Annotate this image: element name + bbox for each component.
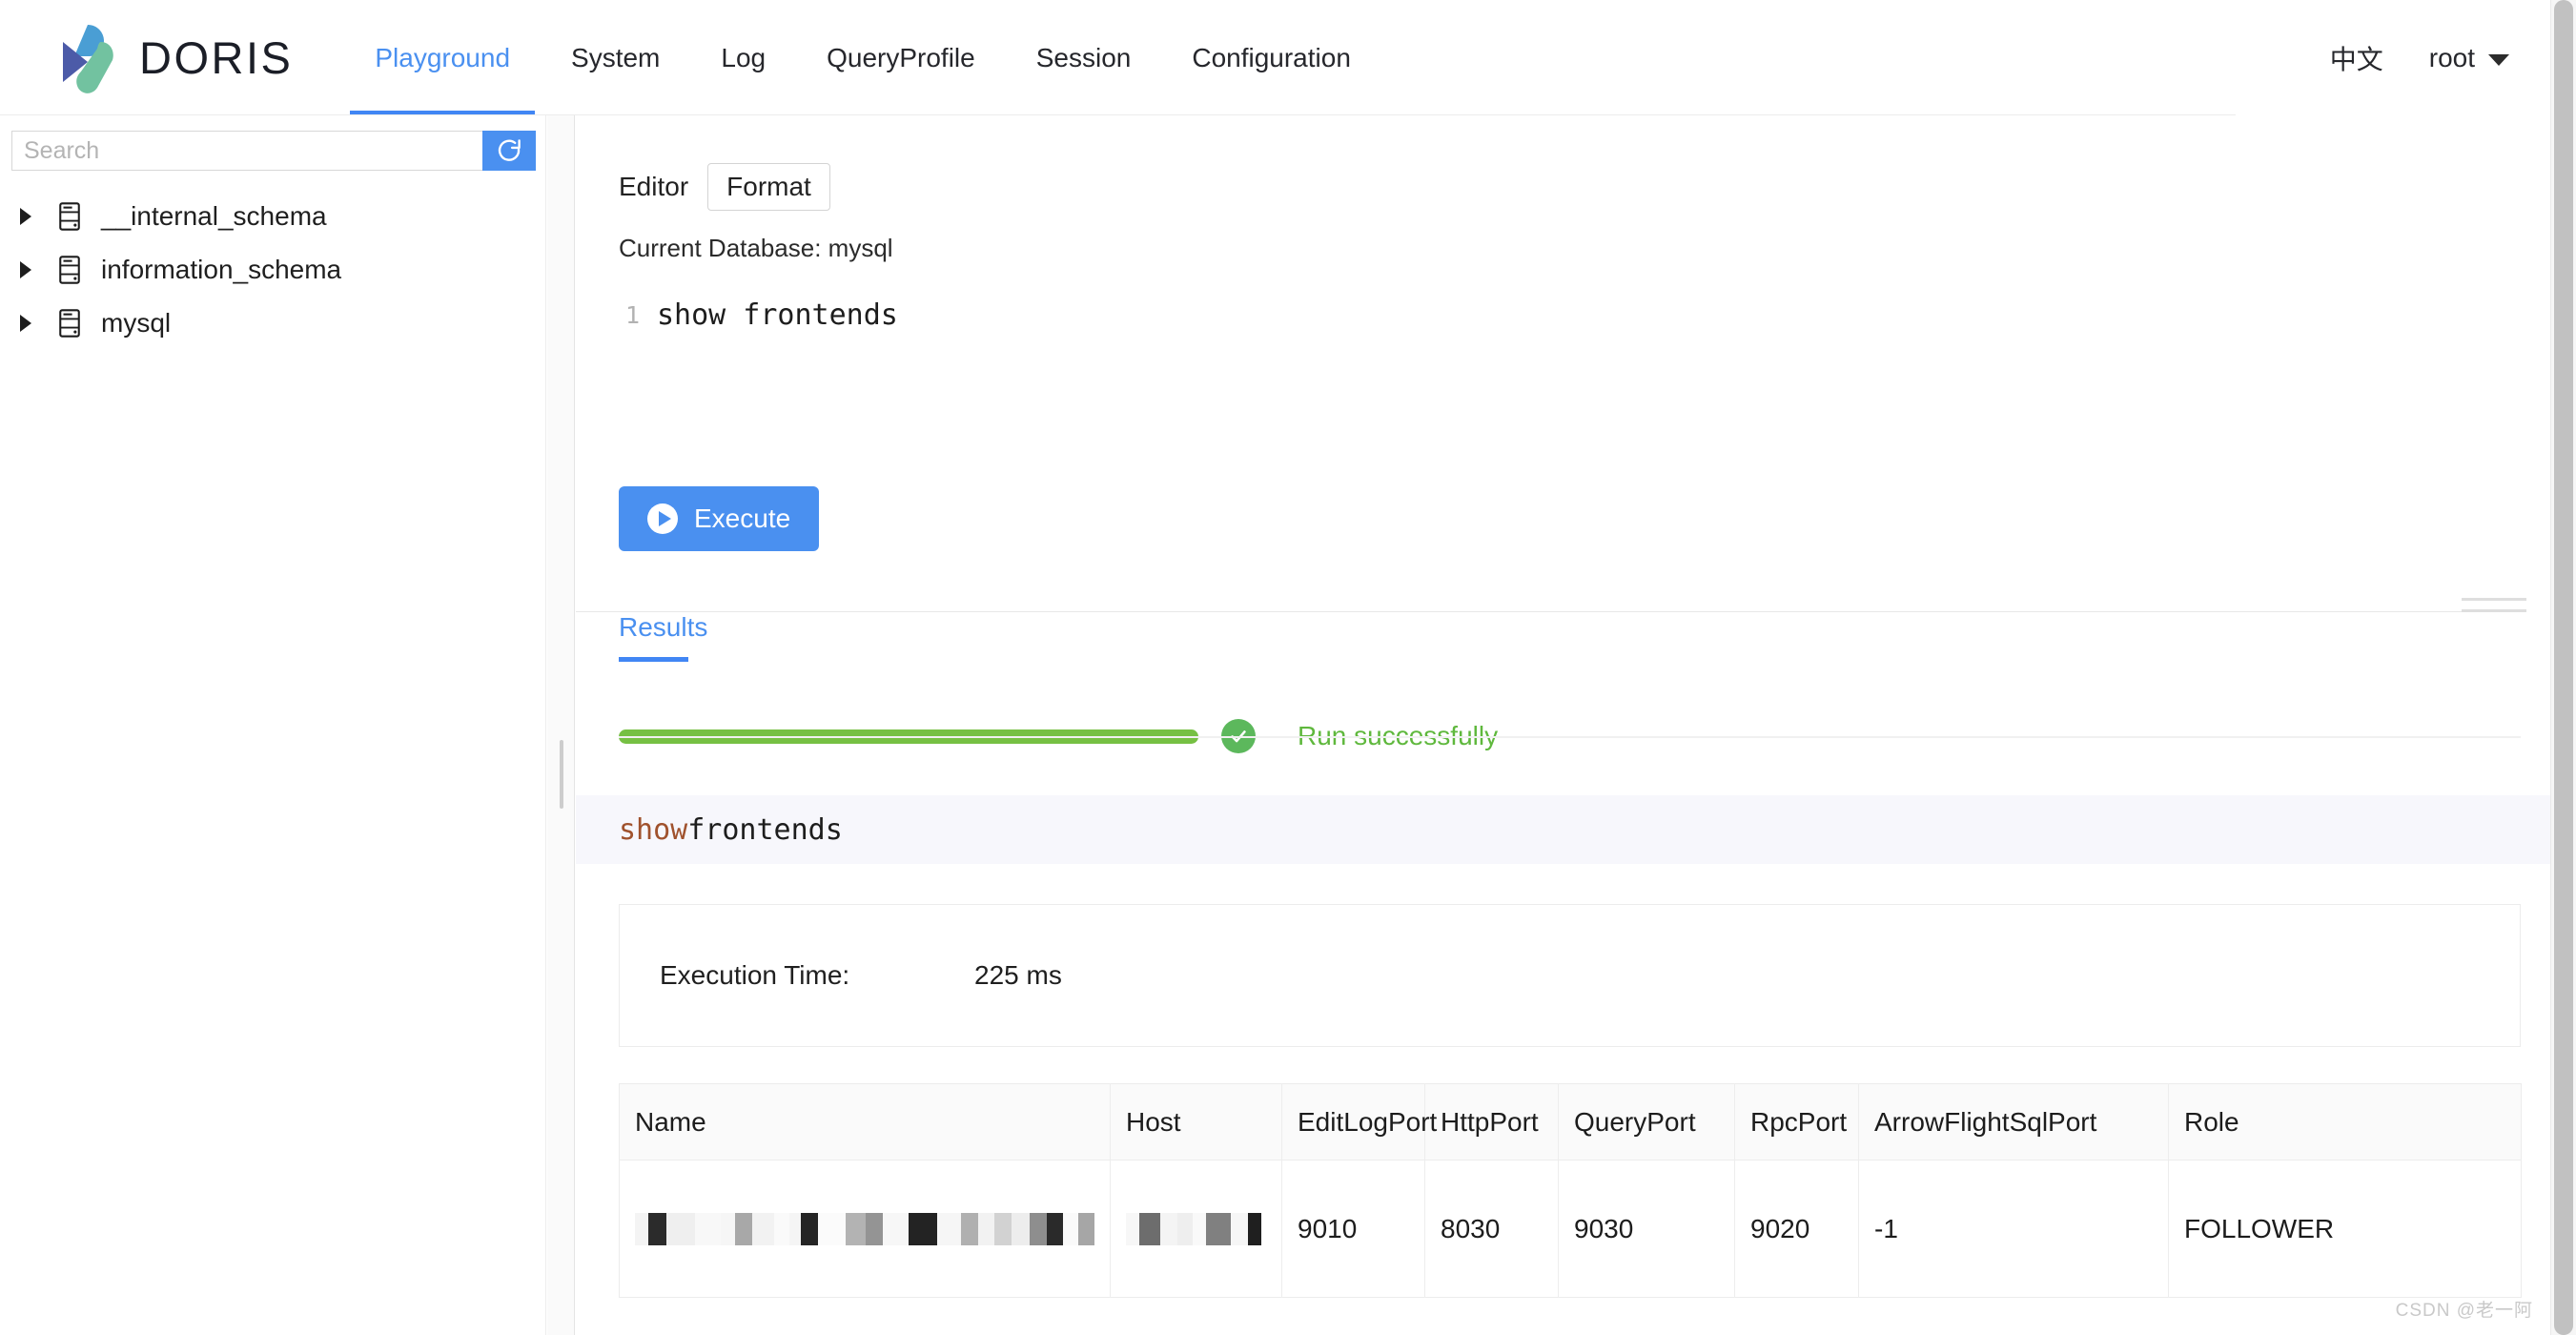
cell-arrowflightsqlport: -1 <box>1858 1160 2169 1298</box>
database-tree: __internal_schema information_schema mys… <box>0 190 545 350</box>
database-sidebar: __internal_schema information_schema <box>0 115 546 1335</box>
brand-name: DORIS <box>139 32 294 83</box>
results-table: Name Host EditLogPort HttpPort QueryPort… <box>619 1083 2522 1298</box>
editor-label: Editor <box>619 172 689 201</box>
execution-time-value: 225 ms <box>974 960 1062 990</box>
language-switch-button[interactable]: 中文 <box>2330 39 2383 77</box>
chevron-right-icon[interactable] <box>13 315 38 332</box>
line-number: 1 <box>624 301 640 329</box>
sidebar-item-label: __internal_schema <box>101 201 327 231</box>
column-header-name[interactable]: Name <box>619 1083 1111 1160</box>
tab-results-label: Results <box>619 612 708 642</box>
column-header-editlogport[interactable]: EditLogPort <box>1281 1083 1437 1160</box>
table-row: 9010 8030 9030 9020 -1 FOLLOWER <box>619 1160 2522 1298</box>
brand-logo[interactable]: DORIS <box>59 21 293 95</box>
column-header-rpcport[interactable]: RpcPort <box>1734 1083 1859 1160</box>
nav-item-configuration[interactable]: Configuration <box>1161 0 1381 115</box>
main-content: Editor Format Current Database: mysql 1 … <box>576 115 2551 1335</box>
chevron-right-icon[interactable] <box>13 261 38 278</box>
app-header: DORIS Playground System Log QueryProfile… <box>0 0 2576 115</box>
sidebar-resize-handle[interactable] <box>560 740 563 809</box>
database-icon <box>51 201 88 232</box>
redacted-name-value <box>635 1212 1094 1245</box>
sql-keyword: show <box>619 812 688 847</box>
play-icon <box>647 503 678 534</box>
database-icon <box>51 255 88 285</box>
header-right-controls: 中文 root <box>2330 0 2509 115</box>
sql-editor-text[interactable]: show frontends <box>657 298 898 334</box>
chevron-down-icon <box>2488 53 2509 66</box>
format-button[interactable]: Format <box>707 163 830 211</box>
nav-item-playground[interactable]: Playground <box>344 0 541 115</box>
column-header-httpport[interactable]: HttpPort <box>1424 1083 1559 1160</box>
cell-rpcport: 9020 <box>1734 1160 1859 1298</box>
page-scrollbar-thumb[interactable] <box>2554 0 2573 1335</box>
redacted-host-value <box>1126 1212 1266 1245</box>
nav-item-session[interactable]: Session <box>1006 0 1162 115</box>
sidebar-search-row <box>11 131 536 171</box>
nav-item-queryprofile[interactable]: QueryProfile <box>796 0 1006 115</box>
code-line: 1 show frontends <box>576 298 2551 334</box>
refresh-button[interactable] <box>482 131 536 171</box>
main-nav: Playground System Log QueryProfile Sessi… <box>344 0 1381 115</box>
editor-resize-handle[interactable] <box>2462 598 2526 623</box>
watermark: CSDN @老一阿 <box>2395 1301 2533 1321</box>
cell-queryport: 9030 <box>1558 1160 1735 1298</box>
tab-results[interactable]: Results <box>619 612 707 662</box>
executed-sql-block: show frontends <box>576 795 2551 864</box>
editor-toolbar: Editor Format <box>619 163 2551 211</box>
column-header-queryport[interactable]: QueryPort <box>1558 1083 1735 1160</box>
column-header-host[interactable]: Host <box>1110 1083 1282 1160</box>
database-icon <box>51 308 88 339</box>
sidebar-item-internal-schema[interactable]: __internal_schema <box>0 190 545 243</box>
user-menu-label: root <box>2428 42 2475 72</box>
editor-divider <box>576 611 2521 612</box>
cell-role: FOLLOWER <box>2168 1160 2522 1298</box>
cell-httpport: 8030 <box>1424 1160 1559 1298</box>
current-database-label: Current Database: mysql <box>619 234 893 262</box>
sidebar-item-label: mysql <box>101 308 172 338</box>
sidebar-item-mysql[interactable]: mysql <box>0 297 545 350</box>
sidebar-item-information-schema[interactable]: information_schema <box>0 243 545 297</box>
page-scrollbar-track[interactable] <box>2551 0 2576 1335</box>
nav-item-log[interactable]: Log <box>690 0 796 115</box>
execution-time-card: Execution Time: 225 ms <box>619 904 2521 1047</box>
cell-editlogport: 9010 <box>1281 1160 1425 1298</box>
user-menu-button[interactable]: root <box>2429 43 2509 73</box>
table-header-row: Name Host EditLogPort HttpPort QueryPort… <box>619 1083 2522 1160</box>
tabs-divider <box>619 736 2521 738</box>
results-tabs: Results <box>619 612 2551 662</box>
execution-time-label: Execution Time: <box>660 960 850 990</box>
execute-button[interactable]: Execute <box>619 486 820 551</box>
nav-item-system[interactable]: System <box>541 0 690 115</box>
tab-active-indicator <box>619 657 688 662</box>
cell-name <box>619 1160 1111 1298</box>
refresh-icon <box>498 139 521 161</box>
column-header-arrowflightsqlport[interactable]: ArrowFlightSqlPort <box>1858 1083 2169 1160</box>
execute-button-label: Execute <box>694 503 791 533</box>
sql-editor[interactable]: 1 show frontends <box>576 298 2551 412</box>
sidebar-resize-gutter[interactable] <box>547 115 575 1335</box>
search-input[interactable] <box>11 131 482 171</box>
chevron-right-icon[interactable] <box>13 208 38 225</box>
sql-remainder: frontends <box>687 812 843 847</box>
cell-host <box>1110 1160 1282 1298</box>
column-header-role[interactable]: Role <box>2168 1083 2522 1160</box>
sidebar-item-label: information_schema <box>101 255 342 284</box>
doris-logo-icon <box>59 21 118 95</box>
